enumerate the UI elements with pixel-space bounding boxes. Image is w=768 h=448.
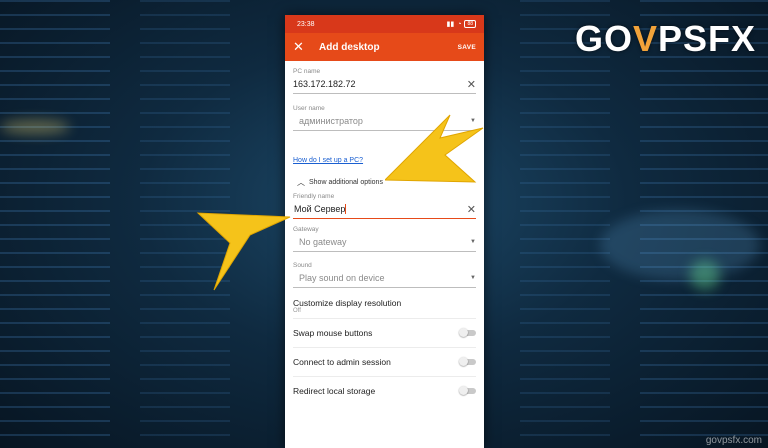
light-glow [690,260,720,290]
additional-options-label: Show additional options [309,179,383,186]
gateway-value: No gateway [299,237,347,247]
additional-options-toggle[interactable]: ︿ Show additional options [297,177,476,188]
sound-label: Sound [293,262,312,269]
pc-name-value: 163.172.182.72 [293,79,356,89]
server-rack-left [0,0,110,448]
display-resolution-setting[interactable]: Customize display resolution Off [293,298,476,319]
friendly-name-field[interactable]: Мой Сервер ✕ [293,200,476,219]
sound-select[interactable]: Play sound on device ▼ [293,269,476,288]
pc-name-field[interactable]: 163.172.182.72 ✕ [293,75,476,94]
watermark: govpsfx.com [705,435,762,446]
switch-label: Redirect local storage [293,386,376,396]
signal-icon: ▮▮ [446,21,455,28]
redirect-storage-toggle[interactable] [459,386,476,395]
battery-icon: 88 [464,20,476,28]
close-icon[interactable]: ✕ [293,39,313,55]
dropdown-caret-icon: ▼ [470,275,476,281]
clear-icon[interactable]: ✕ [467,78,476,91]
friendly-name-value: Мой Сервер [294,203,347,215]
sound-value: Play sound on device [299,273,385,283]
status-time: 23:38 [297,20,315,28]
server-rack-right [520,0,610,448]
user-name-label: User name [293,105,325,112]
pc-name-label: PC name [293,68,321,75]
page-title: Add desktop [319,41,380,53]
display-resolution-title: Customize display resolution [293,298,402,308]
toggle-knob [459,328,468,337]
toggle-knob [459,386,468,395]
clear-icon[interactable]: ✕ [467,203,476,216]
logo-text-left: GO [574,18,633,59]
swap-mouse-row[interactable]: Swap mouse buttons [293,319,476,348]
user-name-value: администратор [299,116,363,126]
toggle-knob [459,357,468,366]
phone-screen: 23:38 ▮▮ ◔ 88 ✕ Add desktop SAVE PC name… [285,15,484,448]
chevron-up-icon: ︿ [297,178,305,187]
friendly-name-text: Мой Сервер [294,203,346,214]
app-bar: ✕ Add desktop SAVE [285,33,484,61]
dropdown-caret-icon: ▼ [470,118,476,124]
display-resolution-value: Off [293,308,301,314]
form: PC name 163.172.182.72 ✕ User name админ… [285,68,484,405]
logo-text-v: V [632,18,658,59]
redirect-storage-row[interactable]: Redirect local storage [293,377,476,405]
swap-mouse-toggle[interactable] [459,328,476,337]
wifi-icon: ◔ [457,20,462,28]
gateway-select[interactable]: No gateway ▼ [293,233,476,252]
status-icons: ▮▮ ◔ 88 [446,20,476,28]
logo-text-right: PSFX [657,18,756,59]
server-rack-left-2 [140,0,230,448]
light-glow [600,210,760,280]
gateway-label: Gateway [293,226,319,233]
switch-label: Connect to admin session [293,357,391,367]
light-glow [0,120,70,134]
switch-label: Swap mouse buttons [293,328,373,338]
friendly-name-label: Friendly name [293,193,335,200]
help-link[interactable]: How do I set up a PC? [293,157,363,164]
govpsfx-logo: GOVPSFX [575,18,756,60]
admin-session-toggle[interactable] [459,357,476,366]
user-name-select[interactable]: администратор ▼ [293,112,476,131]
text-cursor [345,204,347,215]
status-bar: 23:38 ▮▮ ◔ 88 [285,15,484,33]
save-button[interactable]: SAVE [458,44,476,51]
dropdown-caret-icon: ▼ [470,239,476,245]
admin-session-row[interactable]: Connect to admin session [293,348,476,377]
